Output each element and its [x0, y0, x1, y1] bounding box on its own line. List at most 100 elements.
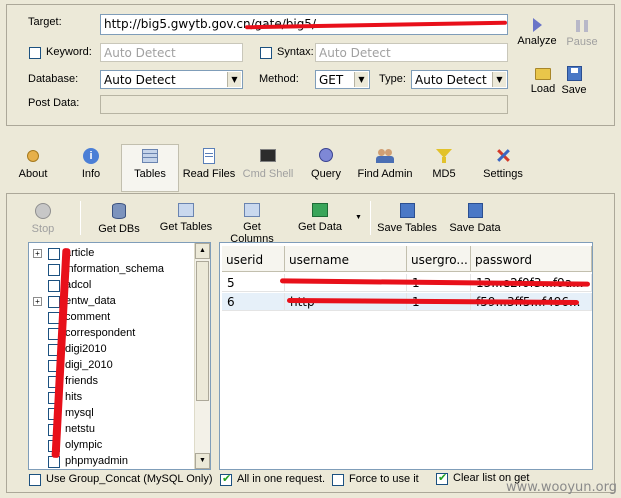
- save-data-label: Save Data: [449, 222, 501, 234]
- keyword-label: Keyword:: [46, 46, 92, 58]
- data-icon: [312, 203, 328, 217]
- database-value: Auto Detect: [104, 73, 176, 87]
- users-icon: [375, 148, 395, 164]
- force-use-label: Force to use it: [349, 473, 419, 485]
- get-data-label: Get Data: [297, 221, 343, 233]
- all-in-one-checkbox[interactable]: [220, 472, 232, 486]
- tree-item-label: hits: [65, 391, 83, 403]
- expand-icon[interactable]: +: [33, 297, 42, 306]
- tab-find-admin-label: Find Admin: [357, 168, 413, 180]
- tab-read-files[interactable]: Read Files: [180, 145, 238, 193]
- analyze-button[interactable]: Analyze: [515, 18, 559, 47]
- get-dbs-label: Get DBs: [98, 223, 140, 235]
- tree-item-label: mysql: [65, 407, 94, 419]
- cell-userid[interactable]: 5: [222, 274, 285, 292]
- method-value: GET: [319, 73, 344, 87]
- analyze-label: Analyze: [517, 35, 557, 47]
- tab-info-label: Info: [81, 168, 101, 180]
- save-data-button[interactable]: Save Data: [448, 201, 502, 241]
- tree-item-label: adcol: [65, 279, 92, 291]
- tab-md5-label: MD5: [432, 168, 456, 180]
- tab-query[interactable]: Query: [297, 145, 355, 193]
- scroll-thumb[interactable]: [196, 261, 209, 401]
- postdata-label: Post Data:: [28, 97, 80, 109]
- tab-about[interactable]: About: [4, 145, 62, 193]
- tree-item-label: correspondent: [65, 327, 136, 339]
- scroll-up-icon[interactable]: ▲: [195, 243, 210, 259]
- syntax-label: Syntax:: [277, 46, 314, 58]
- tree-scrollbar[interactable]: ▲ ▼: [194, 243, 210, 469]
- tree-item-label: information_schema: [65, 263, 165, 275]
- column-header-username[interactable]: username: [285, 246, 407, 272]
- tree-item-checkbox[interactable]: [48, 280, 60, 292]
- tree-item-checkbox[interactable]: [48, 264, 60, 276]
- syntax-input[interactable]: Auto Detect: [315, 43, 508, 62]
- tab-info[interactable]: i Info: [62, 145, 120, 193]
- tree-item-label: comment: [65, 311, 111, 323]
- keyword-checkbox[interactable]: [29, 47, 41, 59]
- tab-cmd-shell[interactable]: Cmd Shell: [239, 145, 297, 193]
- save-tables-button[interactable]: Save Tables: [376, 201, 438, 241]
- pause-button[interactable]: Pause: [563, 18, 601, 48]
- database-icon: [112, 203, 126, 219]
- get-data-button[interactable]: Get Data: [296, 201, 344, 241]
- tab-settings[interactable]: Settings: [474, 145, 532, 193]
- load-button[interactable]: Load: [527, 66, 559, 95]
- chevron-down-icon[interactable]: ▼: [354, 72, 368, 87]
- floppy-icon: [467, 203, 483, 218]
- tab-about-label: About: [18, 168, 48, 180]
- query-icon: [316, 148, 336, 164]
- get-tables-label: Get Tables: [159, 221, 213, 233]
- tree-item-checkbox[interactable]: [48, 296, 60, 308]
- tree-item-label: digi_2010: [65, 359, 113, 371]
- get-tables-button[interactable]: Get Tables: [158, 201, 214, 241]
- database-select[interactable]: Auto Detect ▼: [100, 70, 243, 89]
- stop-label: Stop: [31, 223, 55, 235]
- clear-list-checkbox[interactable]: [436, 471, 448, 485]
- tab-tables[interactable]: Tables: [121, 144, 179, 192]
- wrench-icon: [23, 148, 43, 164]
- column-header-userid[interactable]: userid: [222, 246, 285, 272]
- load-label: Load: [530, 83, 556, 95]
- column-header-password[interactable]: password: [471, 246, 592, 272]
- info-icon: i: [81, 148, 101, 164]
- tree-item-label: phpmyadmin: [65, 455, 128, 467]
- type-select[interactable]: Auto Detect ▼: [411, 70, 508, 89]
- tab-md5[interactable]: MD5: [415, 145, 473, 193]
- group-concat-checkbox[interactable]: [29, 474, 41, 486]
- keyword-input[interactable]: Auto Detect: [100, 43, 243, 62]
- column-header-usergroup[interactable]: usergro...: [407, 246, 471, 272]
- chevron-down-icon[interactable]: ▼: [227, 72, 241, 87]
- tab-read-files-label: Read Files: [182, 168, 236, 180]
- group-concat-label: Use Group_Concat (MySQL Only): [46, 473, 213, 485]
- tab-query-label: Query: [311, 168, 341, 180]
- stop-button[interactable]: Stop: [24, 201, 62, 241]
- tree-item-label: olympic: [65, 439, 103, 451]
- floppy-icon: [566, 66, 582, 81]
- tree-item-checkbox[interactable]: [48, 248, 60, 260]
- get-dbs-button[interactable]: Get DBs: [96, 201, 142, 241]
- syntax-checkbox[interactable]: [260, 47, 272, 59]
- stop-icon: [35, 203, 51, 219]
- all-in-one-label: All in one request.: [237, 473, 326, 485]
- force-use-checkbox[interactable]: [332, 474, 344, 486]
- cell-userid[interactable]: 6: [222, 293, 285, 311]
- postdata-input[interactable]: [100, 95, 508, 114]
- scroll-down-icon[interactable]: ▼: [195, 453, 210, 469]
- tab-find-admin[interactable]: Find Admin: [356, 145, 414, 193]
- chevron-down-icon[interactable]: ▼: [492, 72, 506, 87]
- target-label: Target:: [28, 16, 62, 28]
- type-label: Type:: [379, 73, 406, 85]
- tree-item-label: netstu: [65, 423, 95, 435]
- method-select[interactable]: GET ▼: [315, 70, 370, 89]
- get-columns-button[interactable]: Get Columns: [220, 201, 284, 245]
- funnel-icon: [434, 148, 454, 164]
- results-grid[interactable]: userid username usergro... password 5 1 …: [219, 242, 593, 470]
- expand-icon[interactable]: +: [33, 249, 42, 258]
- watermark: www.wooyun.org: [505, 480, 617, 495]
- tree-item-label: digi2010: [65, 343, 107, 355]
- chevron-down-icon[interactable]: ▼: [355, 214, 362, 221]
- save-button[interactable]: Save: [560, 66, 588, 96]
- floppy-icon: [399, 203, 415, 218]
- toolbar-divider: [80, 201, 81, 235]
